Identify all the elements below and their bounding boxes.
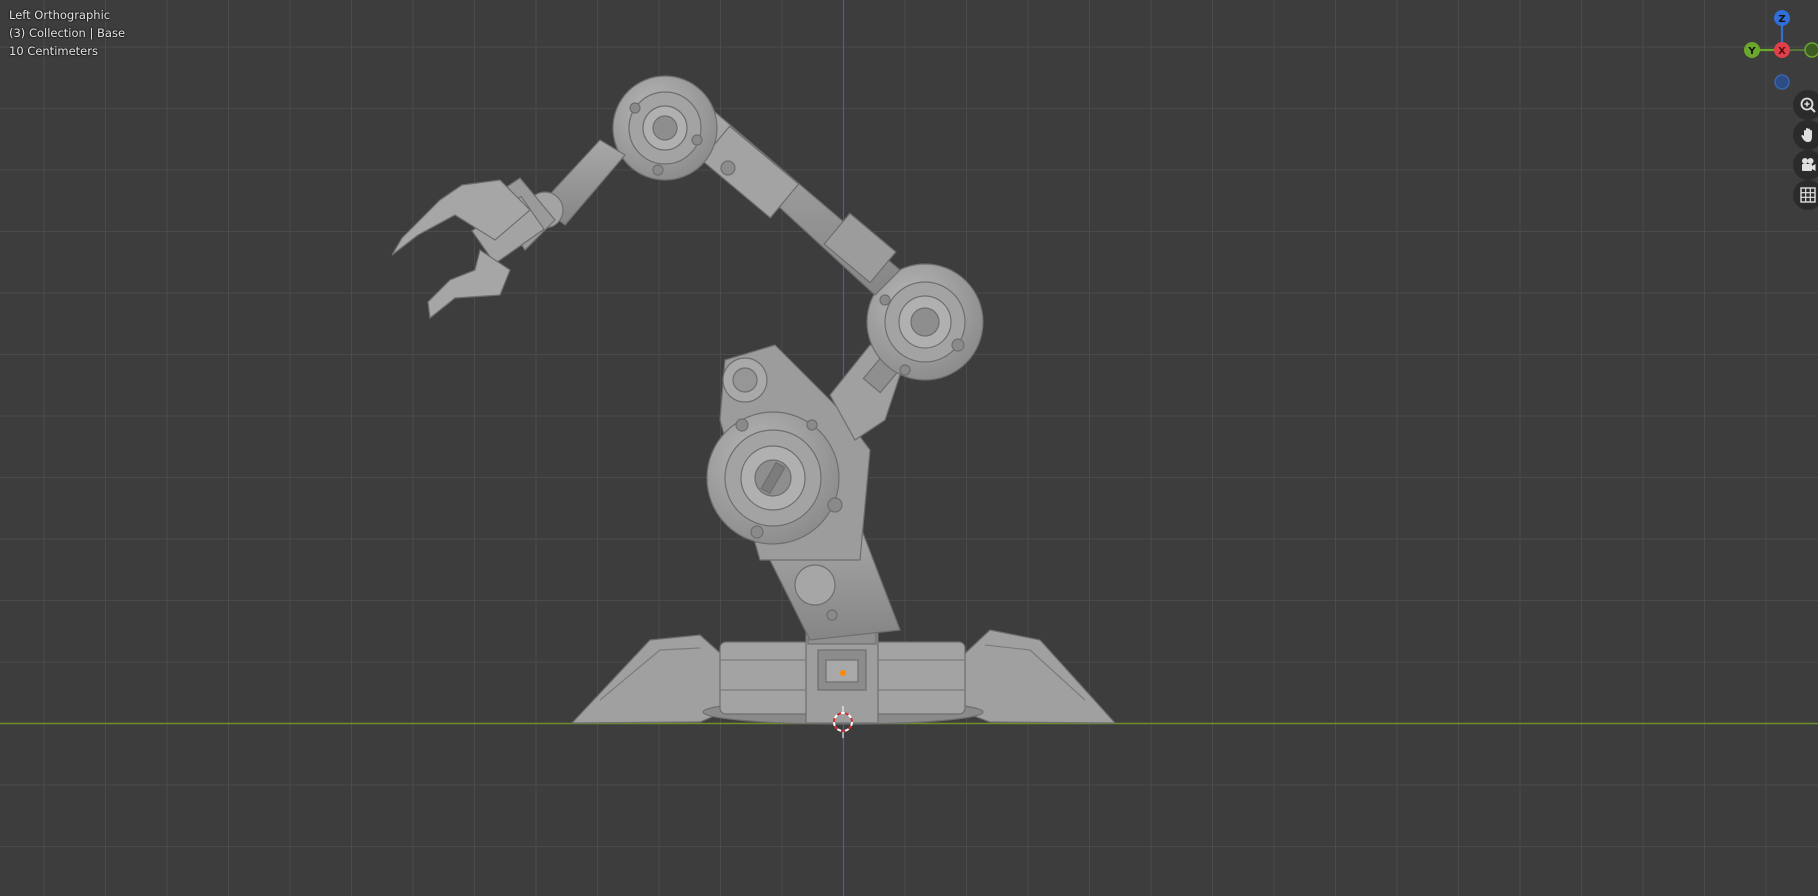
collection-info-label: (3) Collection | Base xyxy=(9,26,126,40)
base-leg-right xyxy=(957,629,1117,724)
3d-viewport[interactable]: Left Orthographic (3) Collection | Base … xyxy=(0,0,1818,896)
viewport-scene[interactable] xyxy=(0,0,1818,896)
floor-grid xyxy=(0,0,1818,896)
zoom-button[interactable] xyxy=(1793,90,1818,120)
gizmo-z-label: Z xyxy=(1778,14,1785,25)
camera-view-button[interactable] xyxy=(1793,150,1818,180)
gizmo-neg-y-axis[interactable] xyxy=(1804,42,1818,58)
grid-icon xyxy=(1800,187,1816,203)
robot-arm-model[interactable] xyxy=(391,75,1117,725)
grid-scale-label: 10 Centimeters xyxy=(9,44,98,58)
gizmo-x-label: X xyxy=(1778,46,1786,57)
pan-hand-icon xyxy=(1801,128,1812,142)
pan-button[interactable] xyxy=(1793,120,1818,150)
toggle-projection-button[interactable] xyxy=(1793,180,1818,210)
object-origin xyxy=(840,670,846,676)
gizmo-y-label: Y xyxy=(1747,46,1756,57)
zoom-icon xyxy=(1800,97,1816,113)
camera-icon xyxy=(1802,158,1816,171)
gizmo-neg-z-axis[interactable] xyxy=(1774,74,1790,90)
navigation-gizmo[interactable]: Z Y X xyxy=(1720,0,1818,100)
view-name-label: Left Orthographic xyxy=(9,8,111,22)
